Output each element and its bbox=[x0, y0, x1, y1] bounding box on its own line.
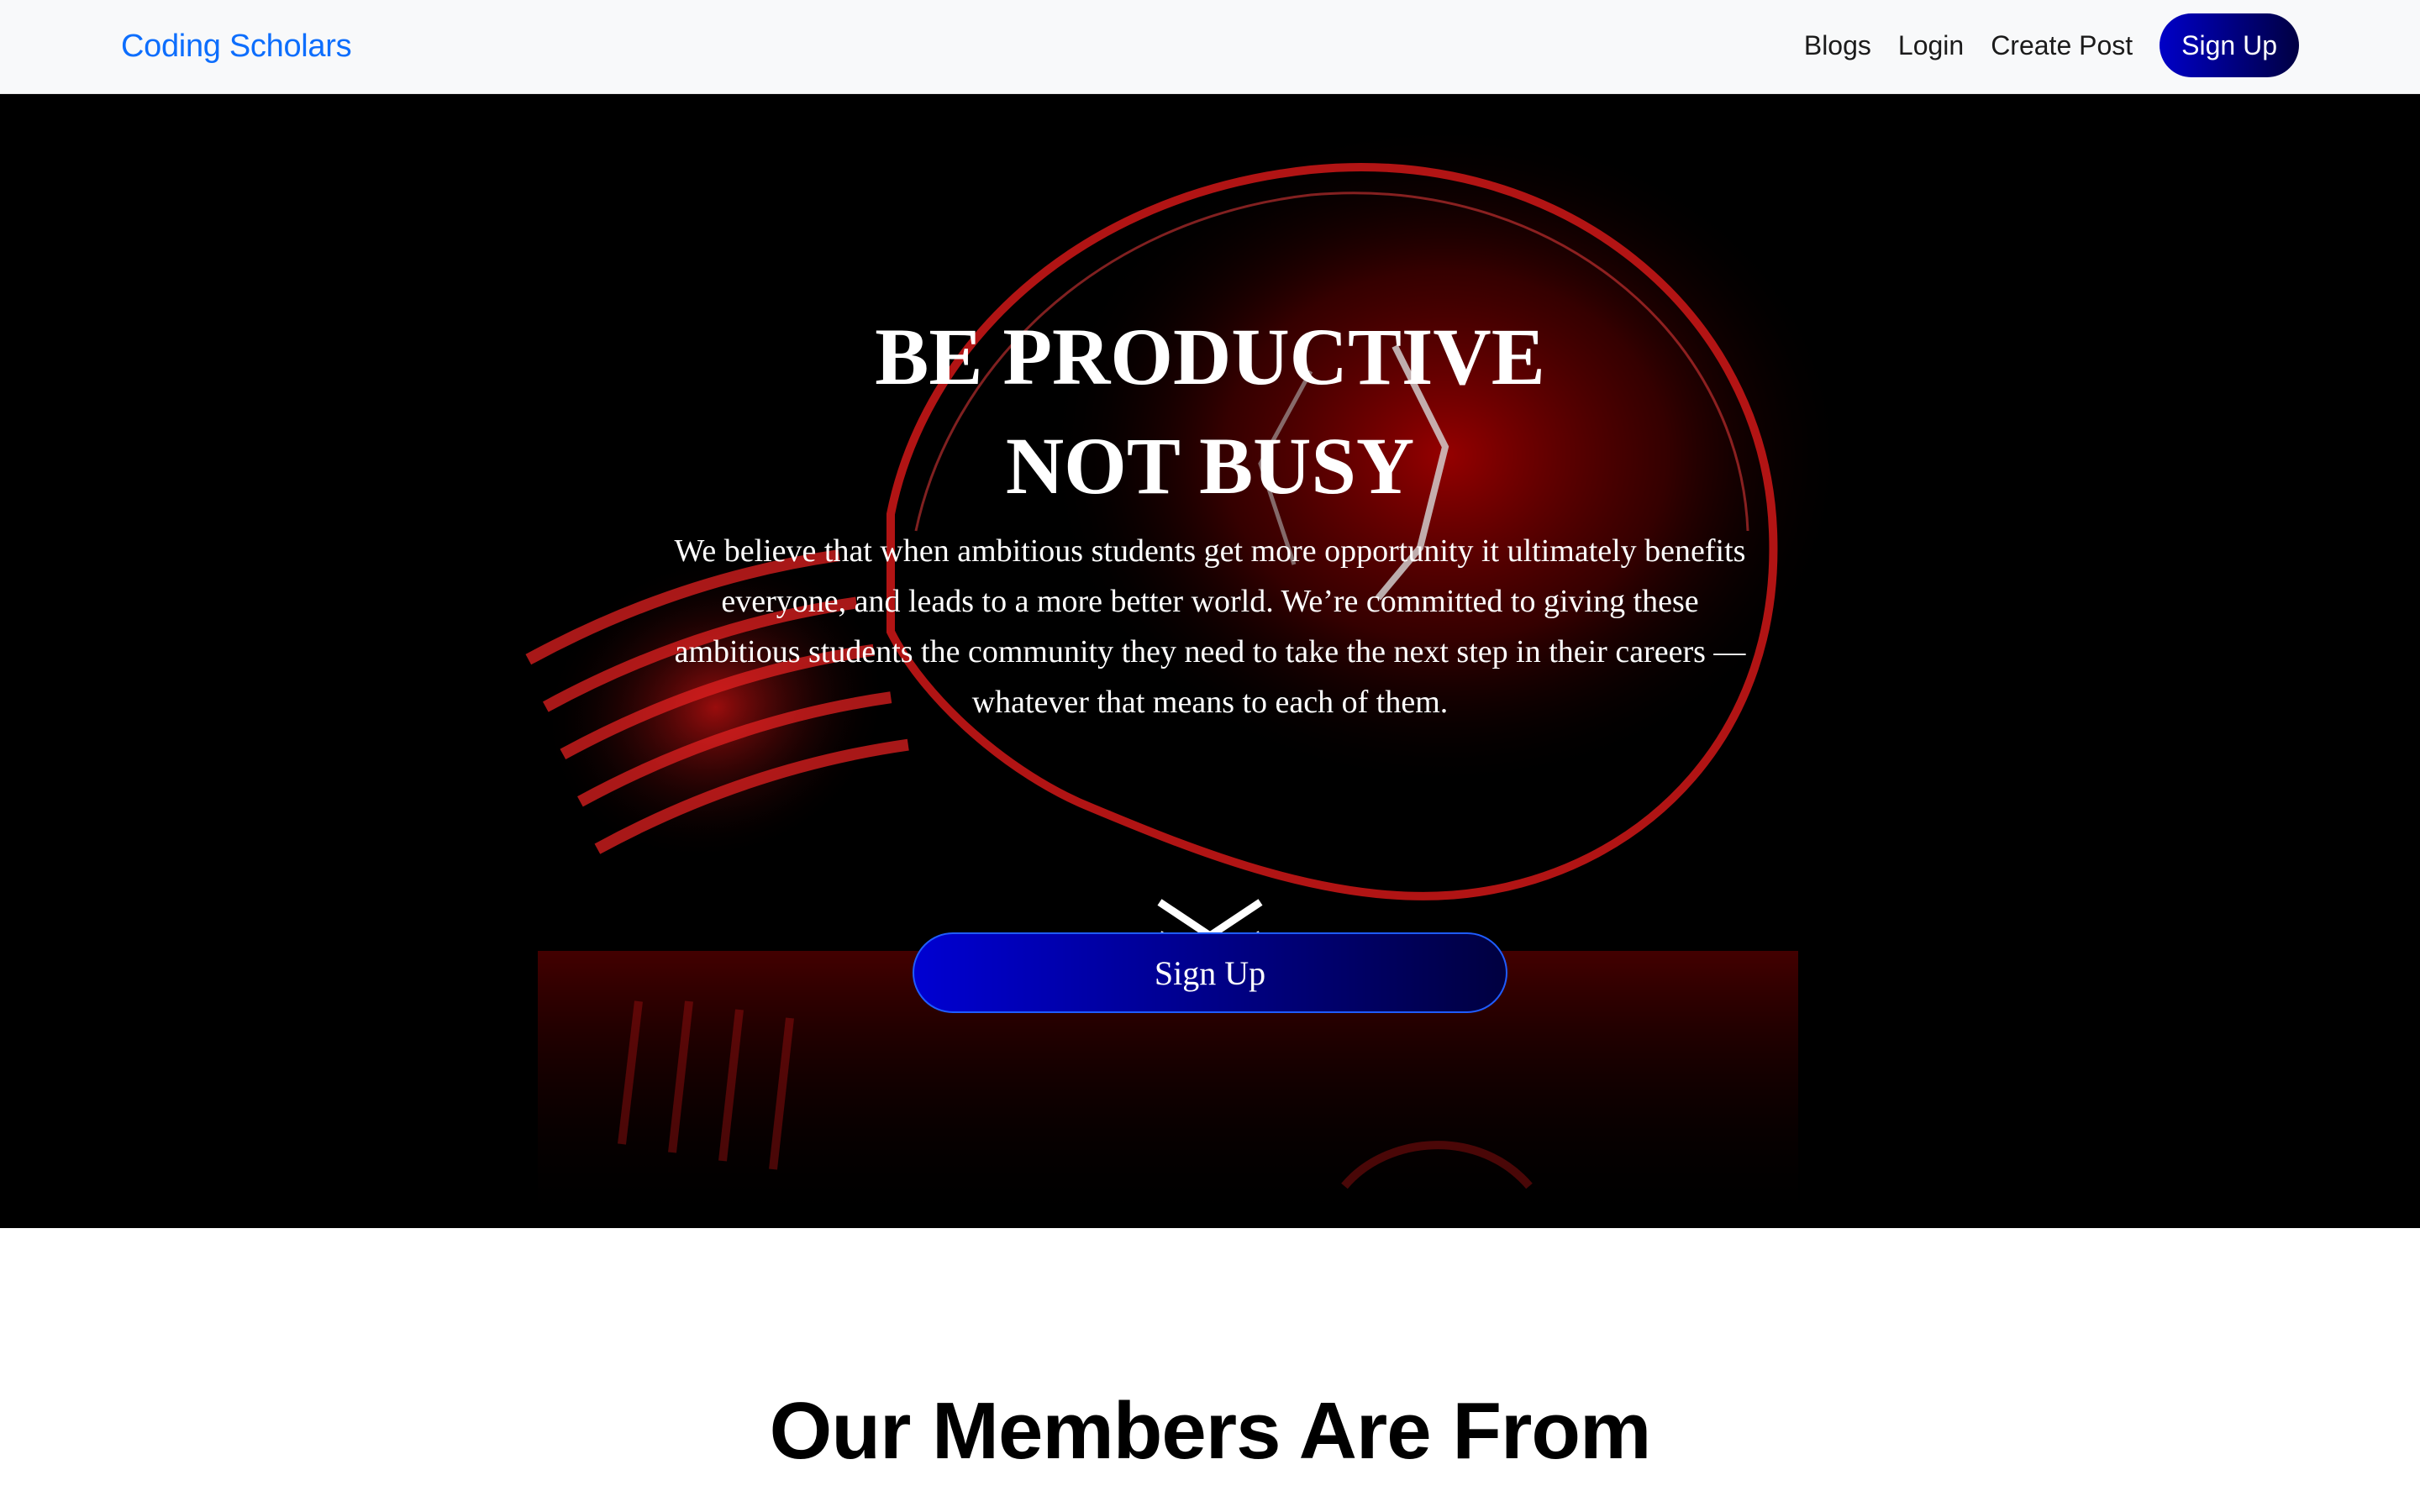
brand-logo-link[interactable]: Coding Scholars bbox=[121, 24, 352, 69]
nav-link-login[interactable]: Login bbox=[1898, 29, 1964, 62]
nav-links: Blogs Login Create Post Sign Up bbox=[1804, 13, 2299, 77]
nav-signup-button[interactable]: Sign Up bbox=[2160, 13, 2299, 77]
hero-signup-button[interactable]: Sign Up bbox=[913, 932, 1507, 1013]
hero-section: BE PRODUCTIVE NOT BUSY We believe that w… bbox=[0, 94, 2420, 1228]
hero-description: We believe that when ambitious students … bbox=[674, 533, 1746, 720]
hero-title-line-1: BE PRODUCTIVE bbox=[875, 312, 1545, 402]
members-section: Our Members Are From bbox=[0, 1228, 2420, 1512]
members-heading: Our Members Are From bbox=[769, 1386, 1652, 1476]
top-navbar: Coding Scholars Blogs Login Create Post … bbox=[0, 0, 2420, 94]
hero-title: BE PRODUCTIVE NOT BUSY bbox=[0, 302, 2420, 521]
nav-link-create-post[interactable]: Create Post bbox=[1991, 29, 2133, 62]
nav-link-blogs[interactable]: Blogs bbox=[1804, 29, 1871, 62]
hero-title-line-2: NOT BUSY bbox=[1005, 421, 1415, 511]
